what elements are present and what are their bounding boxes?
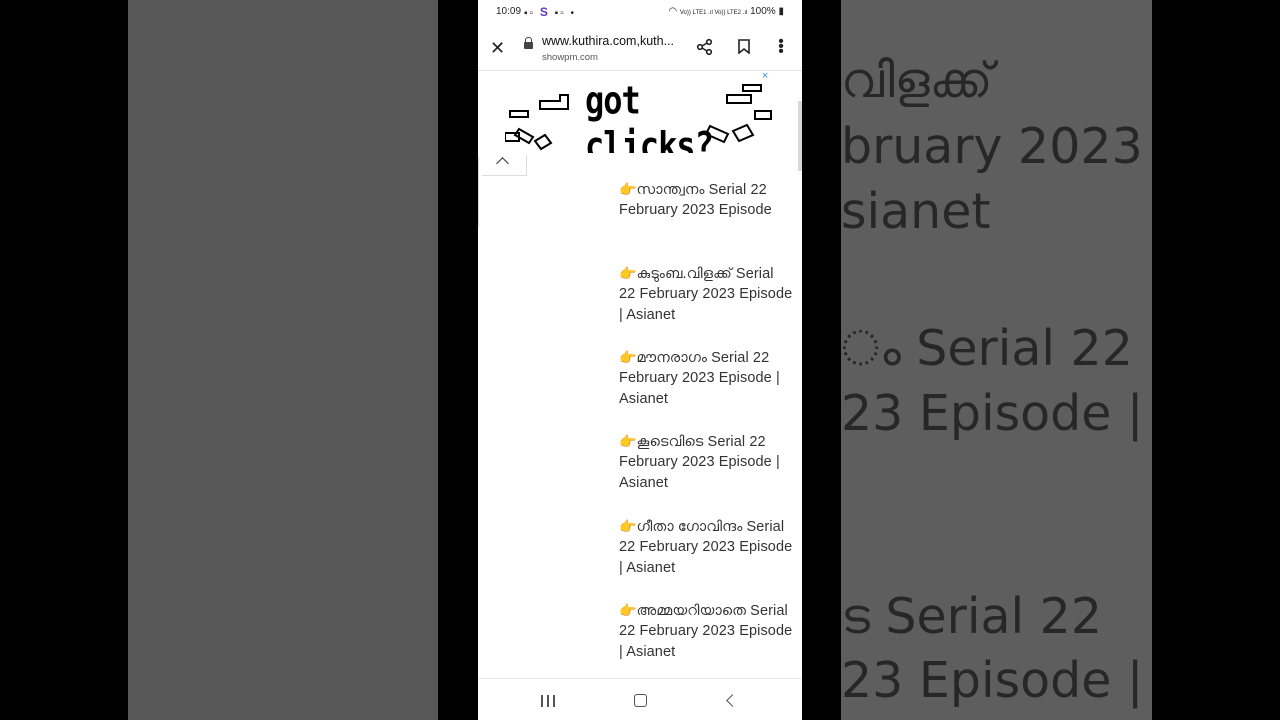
list-item[interactable]: 👉കൂടെവിടെ Serial 22 February 2023 Episod… — [619, 431, 794, 493]
ad-text: got clicks? — [585, 77, 714, 153]
browser-toolbar: ✕ www.kuthira.com,kuth... showpm.com • • • — [478, 24, 802, 70]
list-item-text: ഗീതാ ഗോവിന്ദം Serial 22 February 2023 Ep… — [619, 519, 793, 576]
pointing-finger-icon: 👉 — [619, 602, 637, 618]
home-icon[interactable] — [634, 694, 647, 707]
blur-line: 23 Episode | — [841, 385, 1144, 442]
list-item[interactable]: 👉സാന്ത്വനം Serial 22 February 2023 Episo… — [619, 179, 794, 221]
pointing-finger-icon: 👉 — [619, 181, 637, 197]
blur-line: 23 Episode | — [841, 652, 1144, 709]
pointing-finger-icon: 👉 — [619, 265, 637, 281]
scrollbar[interactable] — [798, 101, 802, 171]
left-blurred-background — [128, 0, 438, 720]
page-content: got clicks? × 👉സാന്ത്വനം Serial 22 Febru… — [478, 70, 802, 679]
ad-banner[interactable]: got clicks? — [505, 71, 775, 153]
list-item-text: കുടുംബ.വിളക്ക് Serial 22 February 2023 E… — [619, 266, 793, 323]
close-icon[interactable]: ✕ — [490, 38, 505, 59]
list-item-text: സാന്ത്വനം Serial 22 February 2023 Episod… — [619, 182, 772, 219]
ad-close-icon[interactable]: × — [762, 71, 768, 82]
list-item-text: കൂടെവിടെ Serial 22 February 2023 Episode… — [619, 434, 780, 491]
lock-icon — [524, 37, 533, 49]
url-text[interactable]: www.kuthira.com,kuth... — [542, 34, 682, 48]
bookmark-icon[interactable] — [738, 39, 750, 54]
notification-icons: ▪▫ S ▪▫ • — [524, 5, 577, 19]
blur-line: sianet — [841, 183, 991, 240]
list-item[interactable]: 👉അമ്മയറിയാതെ Serial 22 February 2023 Epi… — [619, 600, 794, 662]
blur-line: bruary 2023 — [841, 118, 1143, 175]
chevron-up-icon — [496, 157, 509, 170]
battery-level: 100% — [750, 6, 776, 17]
list-item-text: അമ്മയറിയാതെ Serial 22 February 2023 Epis… — [619, 603, 793, 660]
ad-collapse-button[interactable] — [482, 155, 527, 176]
signal-text: Vo)) LTE1 .ıl Vo)) LTE2 .ıl — [679, 10, 748, 16]
recent-apps-icon[interactable] — [541, 695, 557, 707]
status-bar: 10:09 ▪▫ S ▪▫ • ◠ Vo)) LTE1 .ıl Vo)) LTE… — [478, 0, 802, 24]
blur-line: ട Serial 22 — [841, 588, 1103, 645]
list-item[interactable]: 👉മൗനരാഗം Serial 22 February 2023 Episode… — [619, 347, 794, 409]
back-icon[interactable] — [726, 694, 739, 707]
blur-line: ം Serial 22 — [841, 320, 1133, 377]
battery-icon: ▮ — [778, 6, 784, 17]
phone-screen: 10:09 ▪▫ S ▪▫ • ◠ Vo)) LTE1 .ıl Vo)) LTE… — [478, 0, 802, 720]
more-options-icon[interactable]: • • • — [778, 34, 784, 60]
blur-line: വിളക്ക് — [841, 52, 993, 109]
status-right: ◠ Vo)) LTE1 .ıl Vo)) LTE2 .ıl 100% ▮ — [668, 6, 784, 17]
share-icon[interactable] — [696, 38, 714, 56]
s-app-icon: S — [539, 5, 550, 19]
right-blurred-background: വിളക്ക് bruary 2023 sianet ം Serial 22 2… — [841, 0, 1152, 720]
list-item[interactable]: 👉കുടുംബ.വിളക്ക് Serial 22 February 2023 … — [619, 263, 794, 325]
url-subtitle: showpm.com — [542, 52, 598, 63]
list-item-text: മൗനരാഗം Serial 22 February 2023 Episode … — [619, 350, 780, 407]
pointing-finger-icon: 👉 — [619, 349, 637, 365]
pointing-finger-icon: 👉 — [619, 518, 637, 534]
list-item[interactable]: 👉ഗീതാ ഗോവിന്ദം Serial 22 February 2023 E… — [619, 516, 794, 578]
wifi-icon: ◠ — [668, 6, 678, 17]
status-time: 10:09 — [496, 6, 522, 17]
android-nav-bar — [478, 678, 802, 720]
pointing-finger-icon: 👉 — [619, 433, 637, 449]
